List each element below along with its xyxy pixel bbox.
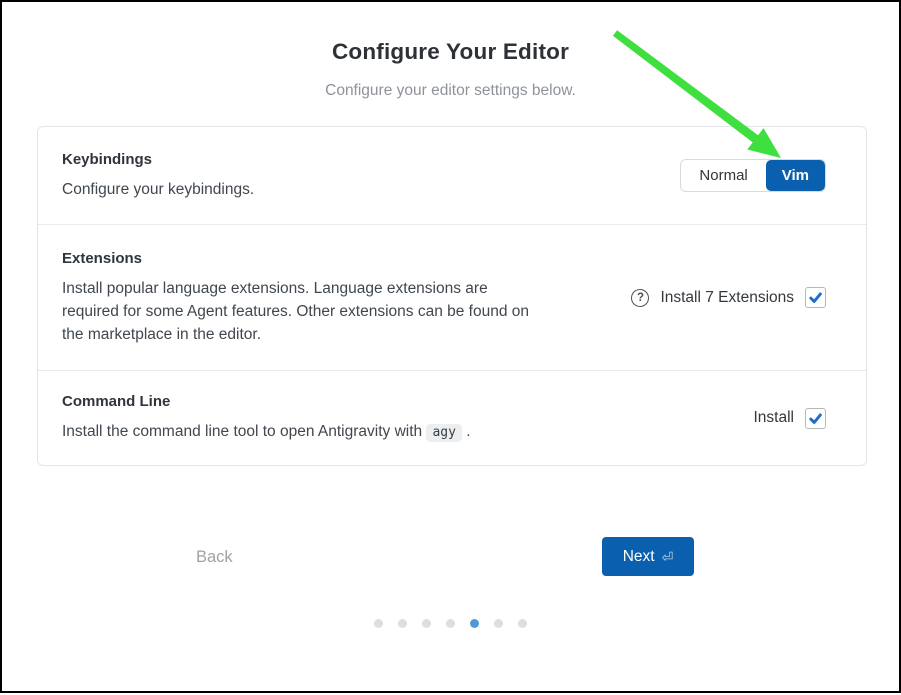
- pagination-dot[interactable]: [494, 619, 503, 628]
- extensions-checkbox-label: Install 7 Extensions: [660, 289, 794, 307]
- keybindings-description: Configure your keybindings.: [62, 178, 254, 201]
- section-extensions: Extensions Install popular language exte…: [38, 224, 866, 370]
- next-button-label: Next: [623, 548, 655, 566]
- extensions-heading: Extensions: [62, 250, 540, 267]
- command-line-checkbox-label: Install: [754, 409, 795, 427]
- page-subtitle: Configure your editor settings below.: [2, 82, 899, 100]
- extensions-description: Install popular language extensions. Lan…: [62, 277, 540, 346]
- command-line-checkbox[interactable]: [805, 408, 826, 429]
- checkmark-icon: [808, 411, 823, 426]
- back-button[interactable]: Back: [188, 544, 241, 571]
- keybindings-option-normal[interactable]: Normal: [681, 160, 765, 191]
- onboarding-wizard: { "page": { "title": "Configure Your Edi…: [0, 0, 901, 693]
- section-keybindings: Keybindings Configure your keybindings. …: [38, 127, 866, 224]
- next-button[interactable]: Next ⏎: [602, 537, 694, 576]
- command-line-heading: Command Line: [62, 393, 471, 410]
- extensions-text: Extensions Install popular language exte…: [62, 250, 540, 346]
- keybindings-heading: Keybindings: [62, 151, 254, 168]
- command-line-description-suffix: .: [466, 423, 470, 440]
- settings-card: Keybindings Configure your keybindings. …: [37, 126, 867, 466]
- enter-key-icon: ⏎: [662, 549, 674, 566]
- pagination-dot[interactable]: [470, 619, 479, 628]
- wizard-header: Configure Your Editor Configure your edi…: [2, 39, 899, 100]
- command-line-description-prefix: Install the command line tool to open An…: [62, 423, 422, 440]
- keybindings-option-vim[interactable]: Vim: [766, 160, 825, 191]
- page-title: Configure Your Editor: [2, 39, 899, 65]
- cli-command-chip: agy: [426, 424, 461, 442]
- command-line-control: Install: [754, 408, 827, 429]
- pagination-dot[interactable]: [398, 619, 407, 628]
- section-command-line: Command Line Install the command line to…: [38, 370, 866, 465]
- checkmark-icon: [808, 290, 823, 305]
- keybindings-segmented-control: Normal Vim: [680, 159, 826, 192]
- pagination-dot[interactable]: [518, 619, 527, 628]
- keybindings-text: Keybindings Configure your keybindings.: [62, 151, 254, 201]
- extensions-checkbox[interactable]: [805, 287, 826, 308]
- pagination-dot[interactable]: [422, 619, 431, 628]
- pagination-dots: [2, 619, 899, 628]
- pagination-dot[interactable]: [446, 619, 455, 628]
- extensions-control: ? Install 7 Extensions: [631, 287, 826, 308]
- command-line-text: Command Line Install the command line to…: [62, 393, 471, 443]
- command-line-description: Install the command line tool to open An…: [62, 420, 471, 443]
- help-icon[interactable]: ?: [631, 289, 649, 307]
- pagination-dot[interactable]: [374, 619, 383, 628]
